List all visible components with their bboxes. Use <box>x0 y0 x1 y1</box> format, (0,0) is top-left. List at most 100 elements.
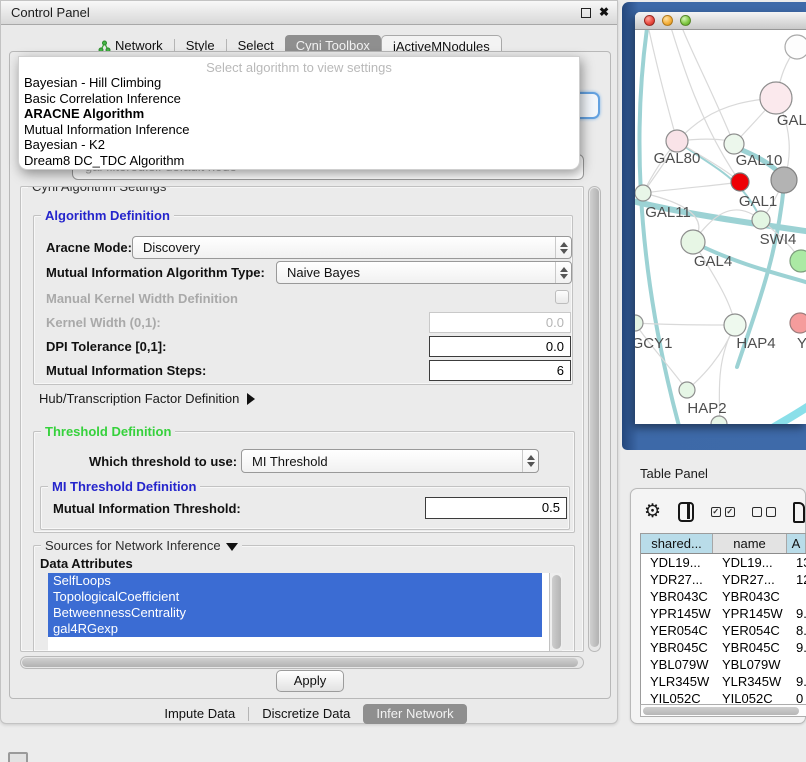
network-node[interactable] <box>666 130 688 152</box>
hub-factor-disclosure[interactable]: Hub/Transcription Factor Definition <box>39 391 255 406</box>
zoom-traffic-light-icon[interactable] <box>680 15 691 26</box>
table-cell: YBL079W <box>641 656 713 673</box>
algorithm-option[interactable]: Dream8 DC_TDC Algorithm <box>19 153 579 169</box>
tab-discretize-data[interactable]: Discretize Data <box>249 704 363 724</box>
table-row[interactable]: YBR043CYBR043C <box>641 588 806 605</box>
attribute-item[interactable]: SelfLoops <box>48 573 542 589</box>
aracne-mode-label: Aracne Mode: <box>46 240 132 255</box>
attributes-scrollbar[interactable] <box>549 573 562 652</box>
attribute-item[interactable]: TopologicalCoefficient <box>48 589 542 605</box>
table-row[interactable]: YDR27...YDR27...12 <box>641 571 806 588</box>
node-label: GCY1 <box>635 335 672 352</box>
data-attributes-label: Data Attributes <box>40 556 133 571</box>
node-label: HAP2 <box>687 400 726 417</box>
table-row[interactable]: YLR345WYLR345W9. <box>641 673 806 690</box>
tab-impute-data[interactable]: Impute Data <box>151 704 248 724</box>
network-node[interactable] <box>731 173 749 191</box>
table-cell: YDL19... <box>713 554 787 571</box>
network-canvas[interactable]: GAL7GAL80GAL10GAL1GAL11SWI4GAL4GCY1HAP4Y… <box>635 30 806 424</box>
network-window-titlebar[interactable] <box>635 12 806 30</box>
settings-vertical-scrollbar[interactable] <box>588 186 601 652</box>
algorithm-option[interactable]: Basic Correlation Inference <box>19 91 579 107</box>
split-columns-icon[interactable] <box>678 502 694 522</box>
data-attributes-list[interactable]: SelfLoopsTopologicalCoefficientBetweenne… <box>48 573 562 652</box>
control-panel-title: Control Panel <box>11 5 90 20</box>
table-cell: 13 <box>787 554 806 571</box>
network-node[interactable] <box>760 82 792 114</box>
network-node[interactable] <box>681 230 705 254</box>
tab-infer-network[interactable]: Infer Network <box>363 704 466 724</box>
network-node[interactable] <box>724 134 744 154</box>
node-label: GAL1 <box>739 193 777 210</box>
algorithm-option[interactable]: ARACNE Algorithm <box>19 106 579 122</box>
minimize-traffic-light-icon[interactable] <box>662 15 673 26</box>
table-cell: YLR345W <box>641 673 713 690</box>
close-icon[interactable]: ✖ <box>599 5 609 19</box>
network-node[interactable] <box>790 313 806 333</box>
threshold-definition-group: Threshold Definition Which threshold to … <box>33 431 575 533</box>
scrollbar-thumb[interactable] <box>22 658 578 667</box>
close-traffic-light-icon[interactable] <box>644 15 655 26</box>
which-threshold-combo[interactable]: MI Threshold <box>241 449 539 473</box>
attribute-item[interactable]: gal4RGexp <box>48 621 542 637</box>
mi-threshold-input[interactable]: 0.5 <box>425 497 567 519</box>
table-cell: YBR043C <box>641 588 713 605</box>
select-all-icon[interactable]: ✓✓ <box>711 507 735 517</box>
network-node[interactable] <box>724 314 746 336</box>
column-header[interactable]: A <box>787 534 806 553</box>
docked-panel-icon[interactable] <box>8 752 28 762</box>
network-node[interactable] <box>711 416 727 424</box>
kernel-width-input[interactable]: 0.0 <box>429 312 571 333</box>
network-edge <box>640 30 682 424</box>
algorithm-option[interactable]: Mutual Information Inference <box>19 122 579 138</box>
network-node[interactable] <box>790 250 806 272</box>
threshold-definition-title: Threshold Definition <box>41 424 175 439</box>
scrollbar-thumb[interactable] <box>590 188 599 647</box>
network-graph: GAL7GAL80GAL10GAL1GAL11SWI4GAL4GCY1HAP4Y… <box>635 30 806 424</box>
node-label: Y <box>797 335 806 352</box>
network-window[interactable]: GAL7GAL80GAL10GAL1GAL11SWI4GAL4GCY1HAP4Y… <box>635 12 806 424</box>
algorithm-option[interactable]: Bayesian - Hill Climbing <box>19 75 579 91</box>
network-node[interactable] <box>785 35 806 59</box>
gear-icon[interactable]: ⚙ <box>644 501 661 523</box>
table-cell: 9. <box>787 673 806 690</box>
network-node[interactable] <box>771 167 797 193</box>
table-row[interactable]: YER054CYER054C8. <box>641 622 806 639</box>
algorithm-option[interactable]: Bayesian - K2 <box>19 137 579 153</box>
table-row[interactable]: YBR045CYBR045C9. <box>641 639 806 656</box>
column-header[interactable]: name <box>713 534 787 553</box>
table-horizontal-scrollbar[interactable] <box>640 704 806 717</box>
column-header[interactable]: shared... <box>641 534 713 553</box>
mi-algorithm-type-combo[interactable]: Naive Bayes <box>276 261 572 284</box>
sources-disclosure[interactable]: Sources for Network Inference <box>41 538 242 553</box>
control-panel-titlebar: Control Panel ✖ <box>1 1 617 25</box>
table-row[interactable]: YPR145WYPR145W9. <box>641 605 806 622</box>
attribute-item[interactable]: BetweennessCentrality <box>48 605 542 621</box>
float-window-icon[interactable] <box>581 8 591 18</box>
network-node[interactable] <box>635 185 651 201</box>
algorithm-dropdown-popup: Select algorithm to view settings Bayesi… <box>18 56 580 170</box>
scrollbar-thumb[interactable] <box>552 575 561 649</box>
which-threshold-label: Which threshold to use: <box>89 454 237 469</box>
table-row[interactable]: YBL079WYBL079W <box>641 656 806 673</box>
table-row[interactable]: YDL19...YDL19...13 <box>641 554 806 571</box>
table-cell: 0 <box>787 690 806 704</box>
network-edge <box>742 397 806 424</box>
table-cell: 8. <box>787 622 806 639</box>
table-cell: YER054C <box>713 622 787 639</box>
dpi-tolerance-input[interactable]: 0.0 <box>429 336 571 357</box>
network-node[interactable] <box>679 382 695 398</box>
apply-button[interactable]: Apply <box>276 670 344 692</box>
network-node[interactable] <box>635 315 643 331</box>
deselect-all-icon[interactable] <box>752 507 776 517</box>
table-cell: YBR045C <box>641 639 713 656</box>
aracne-mode-combo[interactable]: Discovery <box>132 236 572 259</box>
network-node[interactable] <box>752 211 770 229</box>
manual-kernel-width-checkbox[interactable] <box>555 290 569 304</box>
settings-horizontal-scrollbar[interactable] <box>20 656 584 669</box>
export-table-icon[interactable] <box>793 502 805 523</box>
network-edge <box>643 182 740 193</box>
mi-steps-input[interactable]: 6 <box>429 360 571 381</box>
scrollbar-thumb[interactable] <box>643 707 799 715</box>
table-row[interactable]: YIL052CYIL052C0 <box>641 690 806 704</box>
